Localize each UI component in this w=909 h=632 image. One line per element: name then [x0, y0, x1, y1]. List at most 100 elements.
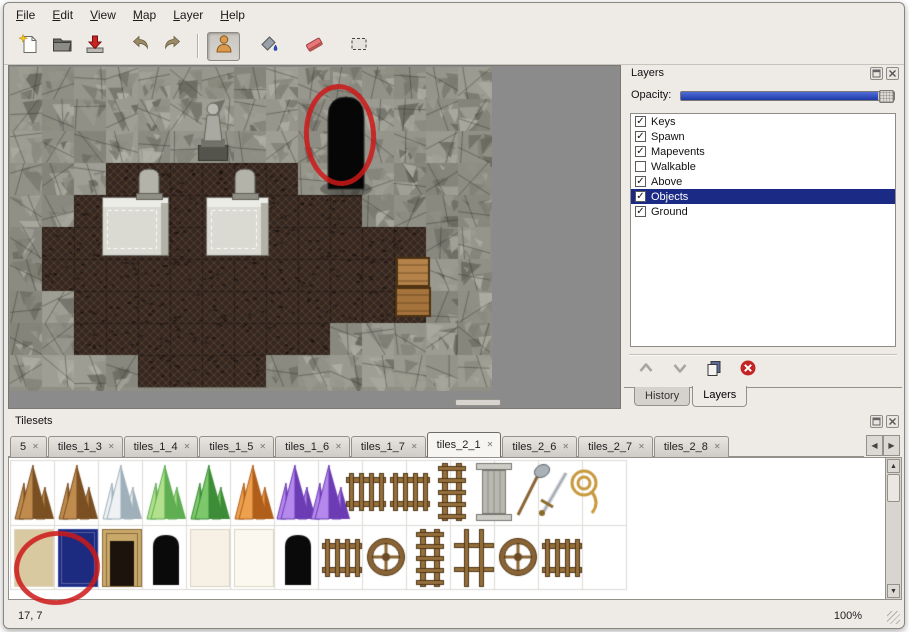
open-button[interactable]: [45, 32, 78, 61]
tileset-canvas[interactable]: [10, 459, 884, 595]
tab-close-icon[interactable]: ✕: [638, 443, 645, 451]
layer-row-keys[interactable]: ✓Keys: [631, 114, 895, 129]
duplicate-layer-icon: [705, 360, 723, 381]
scroll-down-icon[interactable]: ▼: [887, 584, 900, 598]
tab-label: tiles_1_5: [209, 441, 253, 453]
tileset-tab-tiles_2_7[interactable]: tiles_2_7 ✕: [578, 436, 653, 457]
tab-close-icon[interactable]: ✕: [259, 443, 266, 451]
resize-grip[interactable]: [887, 611, 900, 624]
tab-close-icon[interactable]: ✕: [487, 441, 494, 449]
tileset-tab-tiles_1_5[interactable]: tiles_1_5 ✕: [199, 436, 274, 457]
delete-layer-icon: [739, 359, 757, 382]
new-file-button[interactable]: [12, 32, 45, 61]
layers-panel-tabs: HistoryLayers: [624, 387, 902, 409]
menu-map[interactable]: Map: [133, 8, 156, 22]
tabs-scroll-right-icon[interactable]: ▶: [883, 435, 900, 456]
move-layer-up-button[interactable]: [634, 360, 658, 380]
tab-label: tiles_1_3: [58, 441, 102, 453]
eraser-icon: [303, 33, 325, 60]
layer-row-ground[interactable]: ✓ Ground: [631, 204, 895, 219]
tab-close-icon[interactable]: ✕: [108, 443, 115, 451]
layer-visibility-checkbox[interactable]: ✓: [635, 176, 646, 187]
tab-close-icon[interactable]: ✕: [335, 443, 342, 451]
fill-tool-button[interactable]: [252, 32, 285, 61]
layer-row-walkable[interactable]: Walkable: [631, 159, 895, 174]
menu-bar: File Edit View Map Layer Help: [4, 3, 904, 28]
move-layer-down-button[interactable]: [668, 360, 692, 380]
tileset-tab-tiles_1_6[interactable]: tiles_1_6✕: [275, 436, 350, 457]
tab-label: tiles_1_4: [134, 441, 178, 453]
layers-panel: Layers Opacity: ✓Keys✓Spawn✓MapeventsWal…: [624, 65, 902, 409]
scrollbar-thumb[interactable]: [887, 474, 900, 502]
float-panel-icon[interactable]: [870, 415, 883, 428]
scroll-up-icon[interactable]: ▲: [887, 459, 900, 473]
layer-visibility-checkbox[interactable]: ✓: [635, 206, 646, 217]
menu-file[interactable]: File: [16, 8, 35, 22]
undo-button[interactable]: [123, 32, 156, 61]
map-horizontal-scrollbar-thumb[interactable]: [455, 399, 501, 406]
tileset-tab-5[interactable]: 5✕: [10, 436, 47, 457]
stamp-tool-button[interactable]: [207, 32, 240, 61]
select-tool-button[interactable]: [342, 32, 375, 61]
menu-edit[interactable]: Edit: [52, 8, 73, 22]
tilesets-panel-titlebar: Tilesets: [8, 413, 902, 430]
panel-tab-history[interactable]: History: [634, 387, 690, 406]
undo-icon: [129, 33, 151, 60]
tab-close-icon[interactable]: ✕: [184, 443, 191, 451]
layer-row-above[interactable]: ✓ Above: [631, 174, 895, 189]
delete-layer-button[interactable]: [736, 360, 760, 380]
toolbar-separator: [197, 34, 199, 58]
tabs-scroll-left-icon[interactable]: ◀: [866, 435, 883, 456]
layer-name: Ground: [651, 206, 688, 218]
panel-tab-layers[interactable]: Layers: [692, 386, 747, 407]
layer-row-objects[interactable]: ✓ Objects: [631, 189, 895, 204]
tab-label: tiles_2_7: [588, 441, 632, 453]
tileset-tab-tiles_2_1[interactable]: tiles_2_1✕: [427, 432, 502, 457]
layer-visibility-checkbox[interactable]: [635, 161, 646, 172]
divider: [629, 354, 897, 356]
tab-close-icon[interactable]: ✕: [562, 443, 569, 451]
tileset-tab-tiles_1_7[interactable]: tiles_1_7✕: [351, 436, 426, 457]
tilesets-panel: Tilesets 5✕tiles_1_3✕tiles_1_4✕tiles_1_5…: [8, 413, 902, 600]
close-panel-icon[interactable]: [886, 67, 899, 80]
menu-view[interactable]: View: [90, 8, 116, 22]
tileset-vertical-scrollbar[interactable]: ▲ ▼: [885, 458, 901, 599]
layer-visibility-checkbox[interactable]: ✓: [635, 191, 646, 202]
tab-label: tiles_2_6: [512, 441, 556, 453]
layer-name: Above: [651, 176, 682, 188]
close-panel-icon[interactable]: [886, 415, 899, 428]
duplicate-layer-button[interactable]: [702, 360, 726, 380]
tileset-view: ▲ ▼: [8, 457, 902, 600]
layer-visibility-checkbox[interactable]: ✓: [635, 131, 646, 142]
tileset-tab-tiles_1_3[interactable]: tiles_1_3 ✕: [48, 436, 123, 457]
layers-panel-title: Layers: [631, 67, 664, 79]
redo-button[interactable]: [156, 32, 189, 61]
save-icon: [84, 33, 106, 60]
map-viewport: [8, 65, 621, 409]
layer-row-mapevents[interactable]: ✓Mapevents: [631, 144, 895, 159]
eraser-tool-button[interactable]: [297, 32, 330, 61]
tileset-tab-tiles_2_6[interactable]: tiles_2_6 ✕: [502, 436, 577, 457]
tab-close-icon[interactable]: ✕: [714, 443, 721, 451]
tileset-tab-tiles_2_8[interactable]: tiles_2_8✕: [654, 436, 729, 457]
layer-visibility-checkbox[interactable]: ✓: [635, 116, 646, 127]
layer-visibility-checkbox[interactable]: ✓: [635, 146, 646, 157]
status-bar: 17, 7 100%: [4, 601, 904, 628]
toolbar: [4, 28, 904, 65]
save-button[interactable]: [78, 32, 111, 61]
tab-close-icon[interactable]: ✕: [411, 443, 418, 451]
menu-help[interactable]: Help: [220, 8, 245, 22]
tileset-tab-tiles_1_4[interactable]: tiles_1_4 ✕: [124, 436, 199, 457]
map-canvas[interactable]: [10, 67, 492, 391]
open-folder-icon: [51, 33, 73, 60]
layer-row-spawn[interactable]: ✓Spawn: [631, 129, 895, 144]
opacity-slider-handle[interactable]: [879, 90, 894, 103]
cursor-coordinates: 17, 7: [18, 610, 42, 622]
float-panel-icon[interactable]: [870, 67, 883, 80]
tilesets-panel-title: Tilesets: [15, 415, 53, 427]
menu-layer[interactable]: Layer: [173, 8, 203, 22]
opacity-slider[interactable]: [680, 91, 895, 101]
layer-name: Objects: [651, 191, 688, 203]
tab-close-icon[interactable]: ✕: [32, 443, 39, 451]
layer-name: Walkable: [651, 161, 696, 173]
